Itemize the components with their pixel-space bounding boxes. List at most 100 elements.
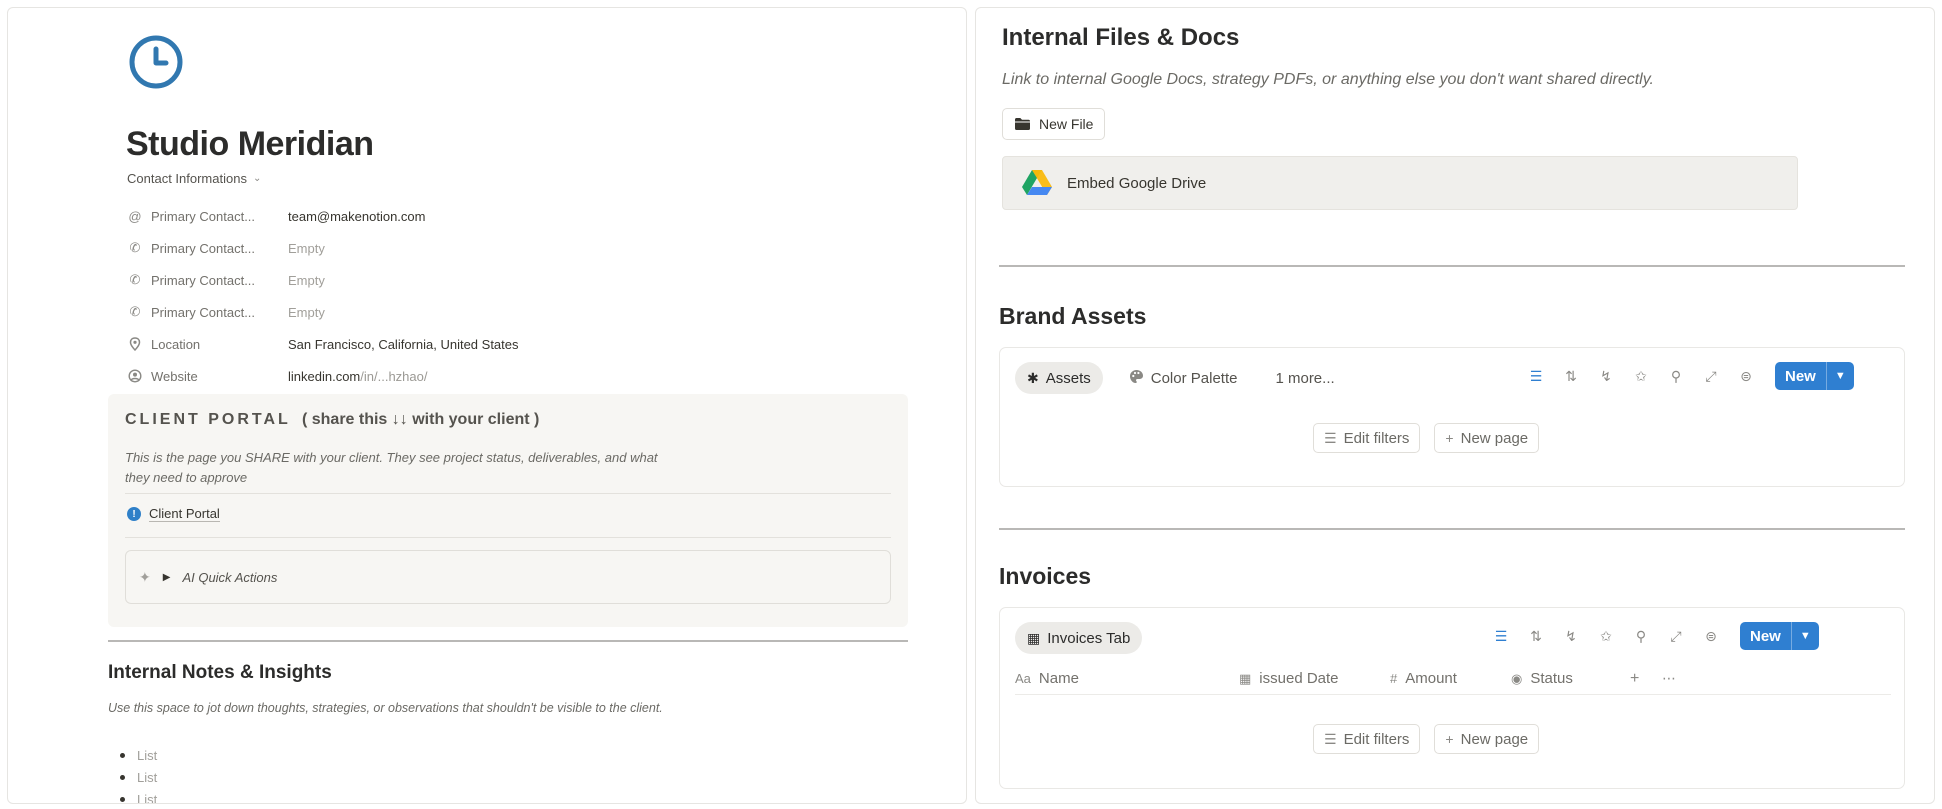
client-portal-link[interactable]: ! Client Portal [127, 506, 220, 522]
filter-icon: ☰ [1324, 429, 1337, 446]
contact-informations-toggle[interactable]: Contact Informations ⌄ [127, 171, 261, 186]
notes-list: List List List [108, 744, 157, 804]
ai-quick-actions-toggle[interactable]: ✦ ▶ AI Quick Actions [125, 550, 891, 604]
folder-icon [1015, 118, 1030, 130]
property-value[interactable]: team@makenotion.com [288, 209, 425, 224]
chevron-down-icon: ⌄ [252, 173, 262, 184]
expand-icon[interactable]: ⤢ [1666, 626, 1686, 646]
location-pin-icon [127, 336, 143, 352]
chevron-down-icon[interactable]: ▼ [1790, 622, 1819, 650]
receipt-icon: ▦ [1027, 629, 1041, 646]
tab-color-palette[interactable]: Color Palette [1117, 362, 1250, 394]
text-property-icon: Aa [1015, 671, 1031, 686]
client-portal-title: CLIENT PORTAL [125, 411, 291, 428]
new-page-label: New page [1460, 429, 1529, 447]
property-value[interactable]: Empty [288, 305, 325, 320]
property-name: Primary Contact... [151, 240, 256, 256]
list-item[interactable]: List [108, 766, 157, 788]
property-row-phone-1[interactable]: ✆ Primary Contact... Empty [127, 232, 767, 264]
clock-icon[interactable] [128, 34, 184, 90]
embed-google-drive[interactable]: Embed Google Drive [1002, 156, 1798, 210]
magic-wand-icon: ✱ [1027, 369, 1039, 386]
list-item[interactable]: List [108, 788, 157, 804]
column-header-status[interactable]: ◉ Status [1511, 670, 1630, 687]
sort-icon[interactable]: ⇅ [1526, 626, 1546, 646]
column-header-amount[interactable]: # Amount [1390, 670, 1511, 687]
property-list: @ Primary Contact... team@makenotion.com… [127, 200, 767, 392]
internal-page-panel: Internal Files & Docs Link to internal G… [975, 7, 1935, 804]
list-item[interactable]: List [108, 744, 157, 766]
column-header-name[interactable]: Aa Name [1015, 670, 1239, 687]
phone-icon: ✆ [129, 240, 141, 255]
more-options-button[interactable]: ⋯ [1662, 670, 1676, 687]
notes-heading[interactable]: Internal Notes & Insights [108, 662, 332, 684]
notes-description[interactable]: Use this space to jot down thoughts, str… [108, 699, 698, 718]
tab-more[interactable]: 1 more... [1263, 362, 1346, 394]
new-page-button[interactable]: + New page [1434, 423, 1540, 453]
automation-icon[interactable]: ✩ [1596, 626, 1616, 646]
edit-filters-label: Edit filters [1343, 429, 1410, 447]
exclamation-icon: ! [127, 507, 141, 521]
new-entry-button[interactable]: New ▼ [1775, 362, 1854, 390]
property-value[interactable]: San Francisco, California, United States [288, 337, 519, 352]
website-path: /in/...hzhao/ [360, 368, 428, 384]
automation-icon[interactable]: ✩ [1631, 366, 1651, 386]
list-item-text: List [137, 747, 158, 763]
new-entry-button[interactable]: New ▼ [1740, 622, 1819, 650]
property-row-location[interactable]: Location San Francisco, California, Unit… [127, 328, 767, 360]
search-icon[interactable]: ⚲ [1666, 366, 1686, 386]
edit-filters-button[interactable]: ☰ Edit filters [1313, 724, 1421, 754]
filter-icon[interactable]: ☰ [1491, 626, 1511, 646]
divider [999, 528, 1905, 530]
sparkles-icon: ✦ [139, 568, 151, 585]
property-name: Primary Contact... [151, 208, 256, 224]
contact-informations-label: Contact Informations [127, 171, 247, 186]
website-link[interactable]: linkedin.com/in/...hzhao/ [288, 369, 427, 384]
tab-label: 1 more... [1275, 369, 1335, 387]
list-item-text: List [137, 769, 158, 785]
list-item-text: List [137, 791, 158, 804]
property-row-phone-2[interactable]: ✆ Primary Contact... Empty [127, 264, 767, 296]
ai-quick-actions-label: AI Quick Actions [182, 569, 278, 585]
invoices-database: ▦ Invoices Tab ☰ ⇅ ↯ ✩ ⚲ ⤢ ⊜ New ▼ Aa Na… [999, 607, 1905, 789]
google-drive-icon [1022, 170, 1052, 195]
new-page-button[interactable]: + New page [1434, 724, 1540, 754]
new-file-button[interactable]: New File [1002, 108, 1106, 140]
invoices-heading[interactable]: Invoices [999, 563, 1091, 590]
tab-assets[interactable]: ✱ Assets [1015, 362, 1103, 394]
divider [999, 265, 1905, 267]
filter-icon: ☰ [1324, 730, 1337, 747]
files-heading[interactable]: Internal Files & Docs [1002, 24, 1239, 52]
triangle-right-icon[interactable]: ▶ [163, 572, 171, 583]
table-header: Aa Name ▦ issued Date # Amount ◉ Status … [1015, 663, 1891, 695]
page-title[interactable]: Studio Meridian [126, 125, 374, 164]
brand-assets-heading[interactable]: Brand Assets [999, 303, 1146, 330]
tab-label: Color Palette [1150, 369, 1238, 387]
settings-sliders-icon[interactable]: ⊜ [1701, 626, 1721, 646]
settings-sliders-icon[interactable]: ⊜ [1736, 366, 1756, 386]
edit-filters-button[interactable]: ☰ Edit filters [1313, 423, 1421, 453]
property-value[interactable]: Empty [288, 273, 325, 288]
column-header-issued-date[interactable]: ▦ issued Date [1239, 670, 1390, 687]
empty-state-actions: ☰ Edit filters + New page [1313, 423, 1540, 453]
lightning-icon[interactable]: ↯ [1561, 626, 1581, 646]
search-icon[interactable]: ⚲ [1631, 626, 1651, 646]
add-column-button[interactable]: + [1630, 670, 1662, 688]
filter-icon[interactable]: ☰ [1526, 366, 1546, 386]
property-name: Primary Contact... [151, 272, 256, 288]
files-description[interactable]: Link to internal Google Docs, strategy P… [1002, 71, 1654, 89]
new-entry-label: New [1750, 627, 1781, 645]
sort-icon[interactable]: ⇅ [1561, 366, 1581, 386]
lightning-icon[interactable]: ↯ [1596, 366, 1616, 386]
property-name: Website [151, 368, 198, 384]
property-row-website[interactable]: Website linkedin.com/in/...hzhao/ [127, 360, 767, 392]
property-value[interactable]: Empty [288, 241, 325, 256]
phone-icon: ✆ [129, 304, 141, 319]
plus-icon: + [1630, 669, 1640, 687]
property-row-phone-3[interactable]: ✆ Primary Contact... Empty [127, 296, 767, 328]
expand-icon[interactable]: ⤢ [1701, 366, 1721, 386]
tab-invoices[interactable]: ▦ Invoices Tab [1015, 622, 1143, 654]
property-row-email[interactable]: @ Primary Contact... team@makenotion.com [127, 200, 767, 232]
chevron-down-icon[interactable]: ▼ [1825, 362, 1854, 390]
divider [125, 493, 891, 494]
